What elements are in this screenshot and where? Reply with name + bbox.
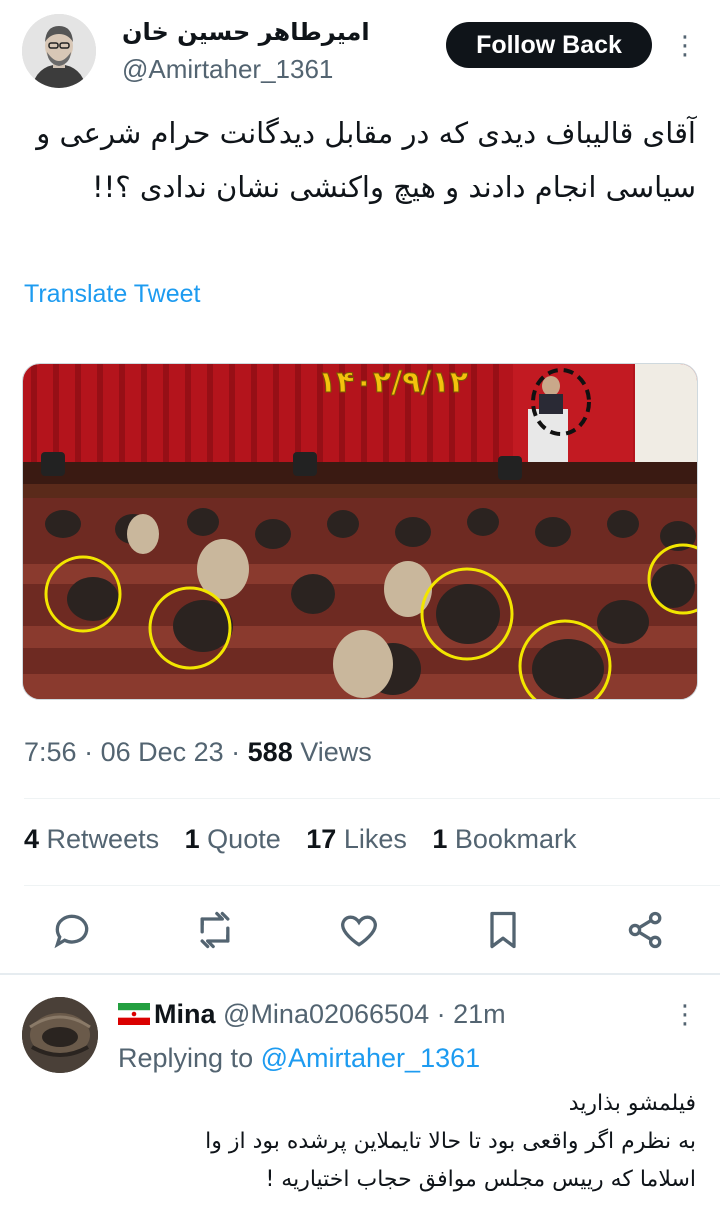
reply-text-line: به نظرم اگر واقعی بود تا حالا تایملاین پ… [205,1129,696,1154]
quotes-stat[interactable]: 1 Quote [185,824,281,854]
tweet-media-image[interactable]: ۱۴۰۲/۹/۱۲ [22,363,698,700]
follow-back-button[interactable]: Follow Back [446,22,652,68]
divider [24,798,720,799]
author-handle[interactable]: @Amirtaher_1361 [122,54,333,85]
replying-to: Replying to @Amirtaher_1361 [118,1043,480,1074]
reply-author-handle[interactable]: @Mina02066504 [223,999,429,1029]
replying-to-handle[interactable]: @Amirtaher_1361 [261,1043,481,1073]
heart-icon[interactable] [337,908,381,952]
tweet-date[interactable]: 06 Dec 23 [101,737,224,767]
reply-tweet[interactable]: Mina @Mina02066504 · 21m ⋮ Replying to @… [0,975,720,1216]
engagement-stats: 4 Retweets 1 Quote 17 Likes 1 Bookmark [24,824,594,855]
reply-author-name[interactable]: Mina [154,999,216,1029]
reply-text: فیلمشو بذارید به نظرم اگر واقعی بود تا ح… [118,1085,696,1199]
reply-time[interactable]: 21m [453,999,506,1029]
reply-header: Mina @Mina02066504 · 21m [118,999,506,1030]
reply-text-line: اسلاما که رییس مجلس موافق حجاب اختیاریه … [265,1167,696,1192]
translate-tweet-link[interactable]: Translate Tweet [24,280,200,309]
divider [24,885,720,886]
iran-flag-icon [118,1001,150,1025]
tweet-text: آقای قالیباف دیدی که در مقابل دیدگانت حر… [36,116,696,204]
more-options-icon[interactable]: ⋮ [672,28,698,62]
retweets-stat[interactable]: 4 Retweets [24,824,159,854]
reply-more-options-icon[interactable]: ⋮ [672,997,698,1031]
author-name[interactable]: امیرطاهر حسین خان [122,18,370,46]
reply-avatar[interactable] [22,997,98,1073]
retweet-icon[interactable] [193,908,237,952]
likes-stat[interactable]: 17 Likes [306,824,407,854]
action-bar [0,900,720,960]
views-label: Views [300,737,372,767]
reply-text-line: فیلمشو بذارید [568,1091,696,1116]
bookmark-icon[interactable] [481,908,525,952]
bookmarks-stat[interactable]: 1 Bookmark [432,824,576,854]
replying-to-label: Replying to [118,1043,254,1073]
views-count: 588 [247,737,293,767]
tweet-meta: 7:56 · 06 Dec 23 · 588 Views [24,737,372,767]
reply-icon[interactable] [50,908,94,952]
media-date-overlay: ۱۴۰۲/۹/۱۲ [318,365,468,400]
tweet-header: امیرطاهر حسین خان @Amirtaher_1361 Follow… [0,0,720,100]
author-avatar[interactable] [22,14,96,88]
tweet-time[interactable]: 7:56 [24,737,77,767]
share-icon[interactable] [624,908,668,952]
